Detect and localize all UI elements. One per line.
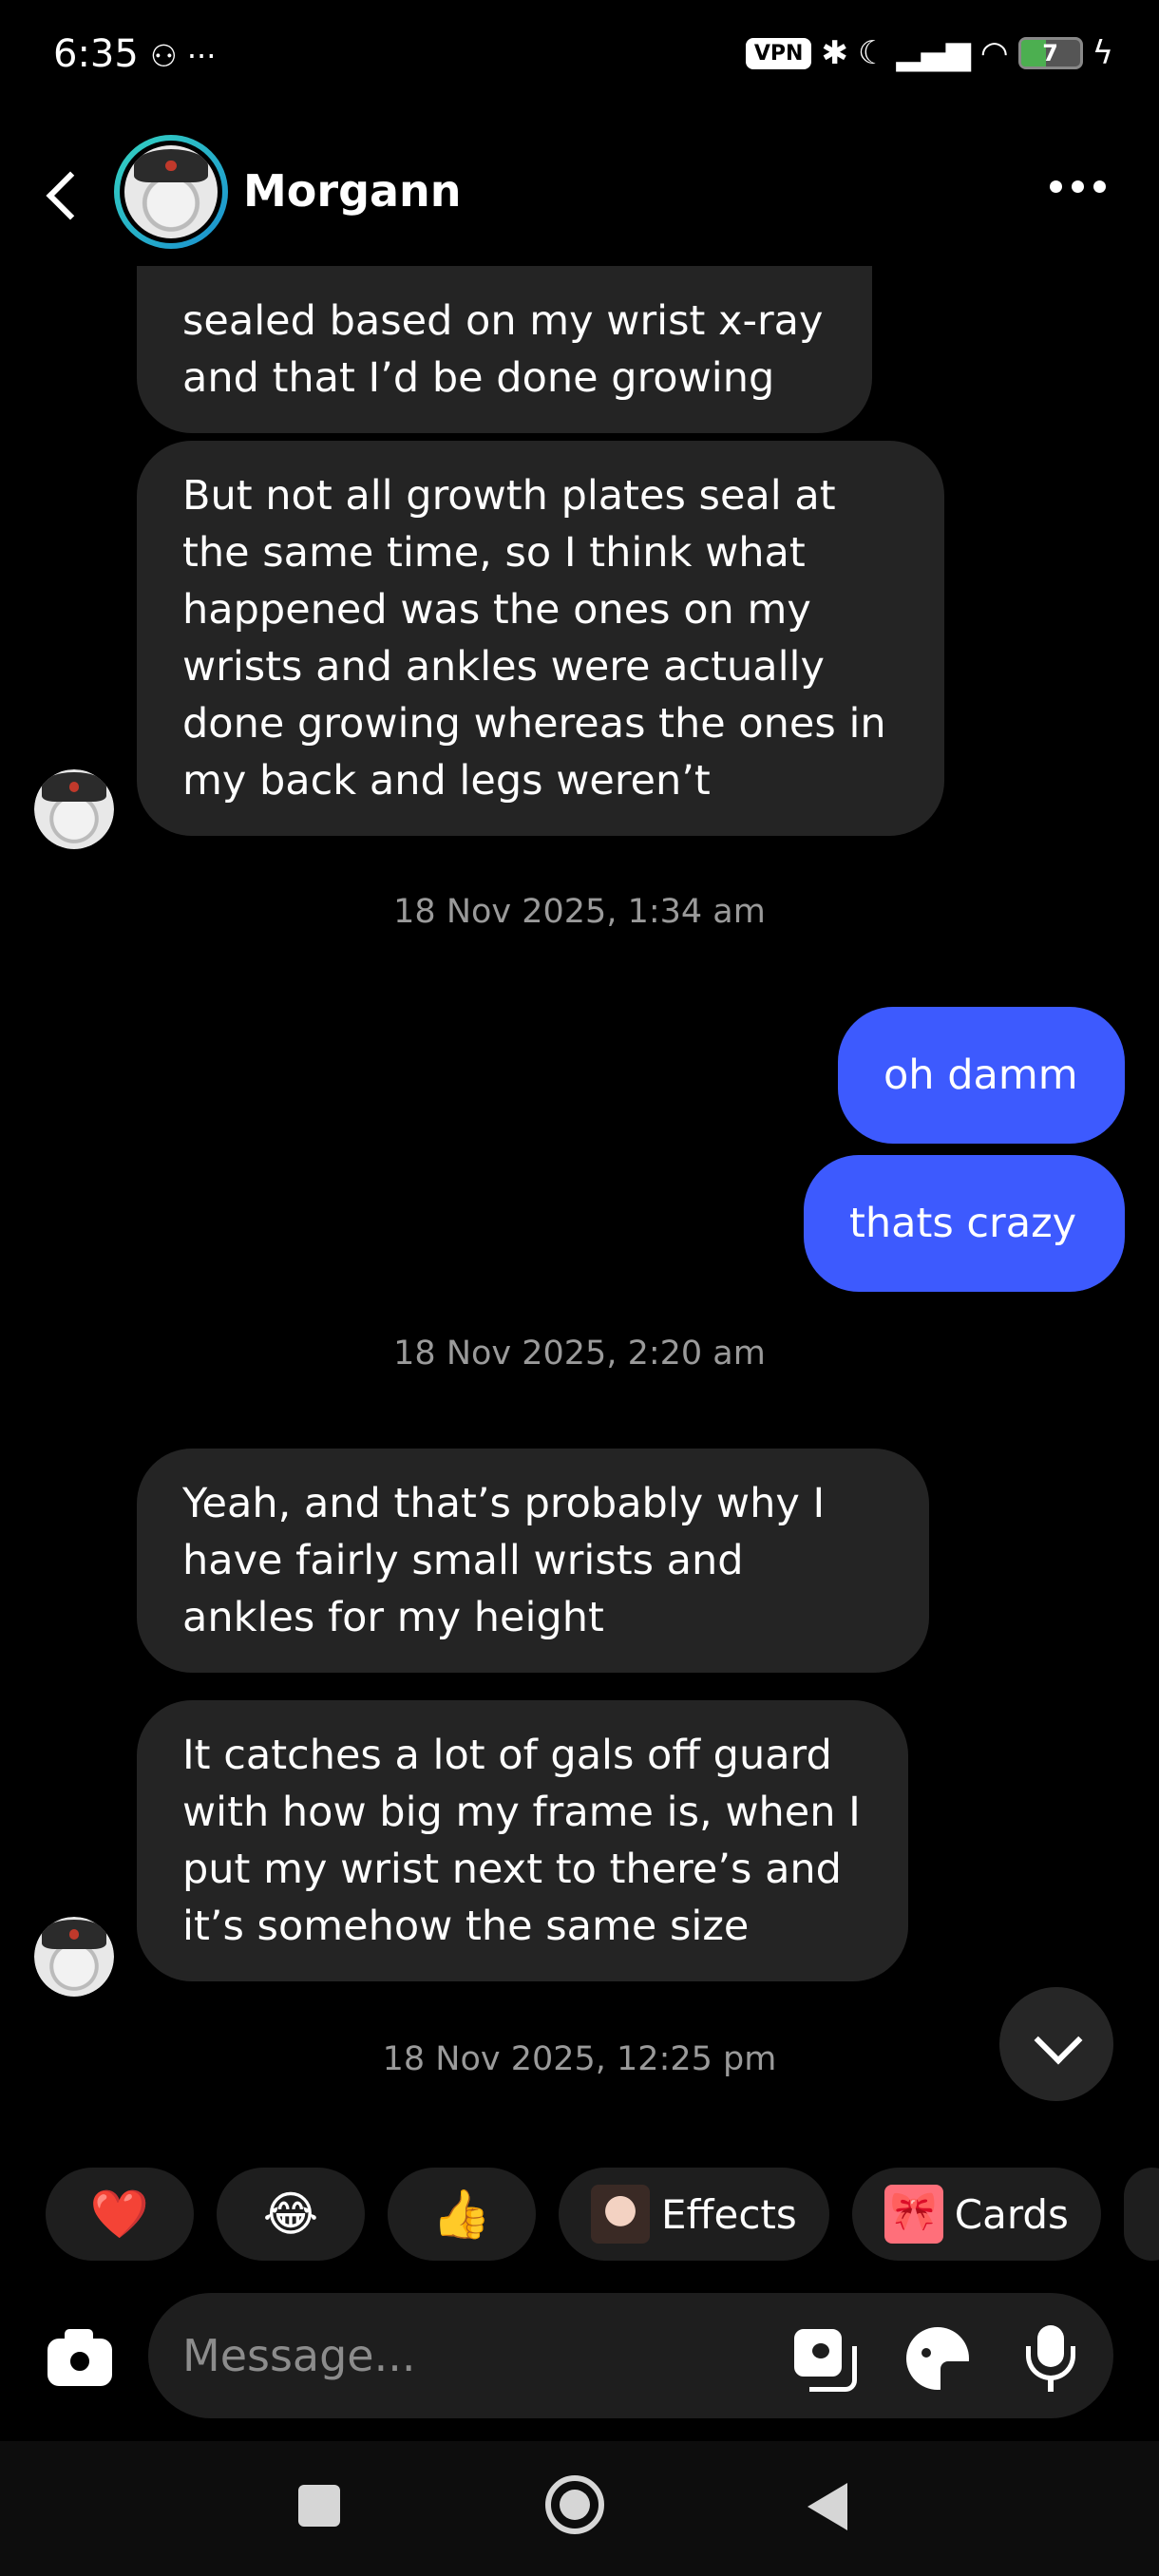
avatar-image <box>124 145 218 238</box>
chat-header: Morgann <box>0 123 1159 266</box>
effects-label: Effects <box>661 2190 797 2238</box>
camera-icon[interactable] <box>42 2323 118 2390</box>
more-reactions-chip[interactable] <box>1123 2168 1159 2261</box>
timestamp: 18 Nov 2025, 12:25 pm <box>382 2040 777 2078</box>
status-bar: 6:35 ⚇ ··· VPN ✱ ☾ ▂▄▆ ◠ 7 ϟ <box>0 0 1159 114</box>
message-text: But not all growth plates seal at the sa… <box>182 472 886 805</box>
message-text: sealed based on my wrist x-ray and that … <box>182 297 824 402</box>
timestamp: 18 Nov 2025, 2:20 am <box>393 1335 766 1373</box>
message-list[interactable]: sealed based on my wrist x-ray and that … <box>0 266 1159 2128</box>
effects-button[interactable]: Effects <box>559 2168 829 2261</box>
thumbs-up-reaction-button[interactable]: 👍 <box>388 2168 536 2261</box>
more-options-icon[interactable] <box>1050 180 1106 193</box>
effects-thumbnail-icon <box>591 2185 650 2244</box>
sticker-icon[interactable] <box>904 2325 973 2394</box>
message-bubble-received[interactable]: sealed based on my wrist x-ray and that … <box>137 266 872 433</box>
sender-avatar[interactable] <box>34 769 114 849</box>
status-time: 6:35 <box>53 32 139 76</box>
message-bubble-sent[interactable]: oh damm <box>838 1007 1125 1144</box>
back-button[interactable] <box>36 161 93 228</box>
message-text: oh damm <box>884 1051 1078 1099</box>
signal-icon: ▂▄▆ <box>896 34 971 72</box>
scroll-to-bottom-button[interactable] <box>999 1987 1113 2101</box>
message-bubble-received[interactable]: It catches a lot of gals off guard with … <box>137 1700 908 1981</box>
message-text: thats crazy <box>849 1200 1077 1247</box>
message-bubble-received[interactable]: But not all growth plates seal at the sa… <box>137 441 944 836</box>
cards-button[interactable]: Cards <box>851 2168 1101 2261</box>
bluetooth-icon: ✱ <box>821 34 848 72</box>
dnd-moon-icon: ☾ <box>857 34 887 72</box>
message-bubble-received[interactable]: Yeah, and that’s probably why I have fai… <box>137 1449 929 1673</box>
quick-reactions-bar: ❤️ 😂 👍 Effects Cards <box>46 2168 1159 2261</box>
battery-level: 7 <box>1042 40 1058 66</box>
status-right-icons: VPN ✱ ☾ ▂▄▆ ◠ 7 ϟ <box>745 34 1113 72</box>
sender-avatar[interactable] <box>34 1917 114 1997</box>
laugh-reaction-button[interactable]: 😂 <box>217 2168 365 2261</box>
message-text: Yeah, and that’s probably why I have fai… <box>182 1480 826 1641</box>
timestamp: 18 Nov 2025, 1:34 am <box>393 893 766 931</box>
system-navigation-bar <box>0 2441 1159 2576</box>
message-text: It catches a lot of gals off guard with … <box>182 1732 861 1950</box>
message-input[interactable] <box>182 2321 714 2390</box>
gift-card-icon <box>884 2185 943 2244</box>
contact-name[interactable]: Morgann <box>243 165 462 217</box>
message-bubble-sent[interactable]: thats crazy <box>804 1155 1125 1292</box>
cards-label: Cards <box>954 2190 1069 2238</box>
home-button[interactable] <box>545 2475 604 2534</box>
wifi-icon: ◠ <box>979 34 1009 72</box>
contact-avatar[interactable] <box>114 135 228 249</box>
system-back-button[interactable] <box>808 2483 847 2530</box>
gallery-icon[interactable] <box>790 2325 857 2392</box>
vpn-icon: VPN <box>745 37 812 69</box>
recent-apps-button[interactable] <box>298 2485 340 2527</box>
microphone-icon[interactable] <box>1016 2325 1083 2392</box>
heart-reaction-button[interactable]: ❤️ <box>46 2168 194 2261</box>
battery-icon: 7 <box>1017 37 1083 69</box>
message-composer <box>0 2291 1159 2424</box>
charging-icon: ϟ <box>1092 34 1113 72</box>
message-field[interactable] <box>148 2293 1113 2418</box>
notification-icons: ⚇ ··· <box>150 38 217 74</box>
